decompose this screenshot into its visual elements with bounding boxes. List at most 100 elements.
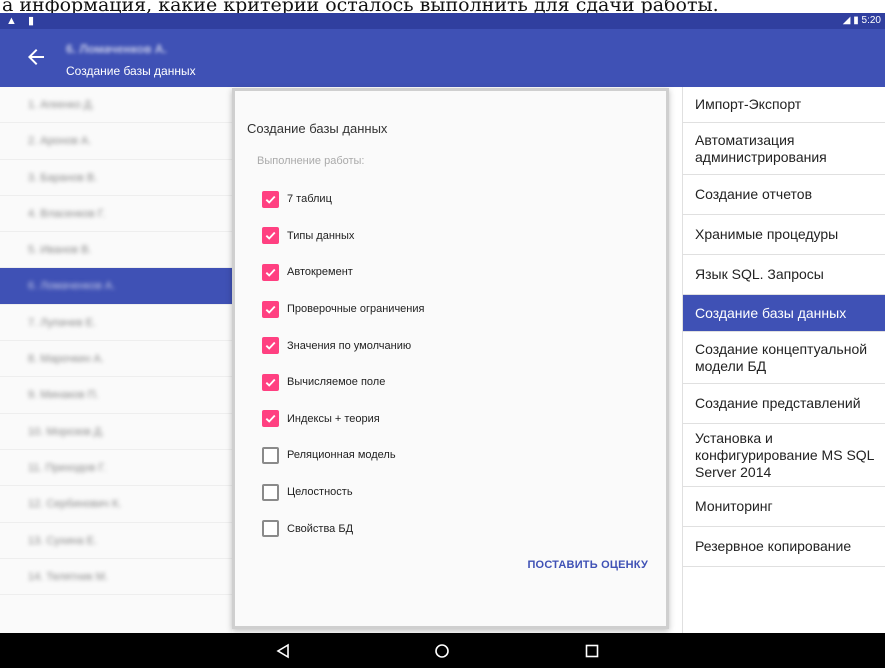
student-item-label: 5. Иванов В.: [28, 244, 92, 257]
topic-item[interactable]: Создание представлений: [683, 384, 885, 424]
student-item[interactable]: 11. Приходов Г.: [0, 450, 232, 487]
student-item-label: 9. Минаков П.: [28, 389, 99, 402]
criterion-label: Вычисляемое поле: [287, 376, 386, 389]
topic-item-label: Создание представлений: [695, 395, 861, 411]
student-item-label: 8. Марочкин А.: [28, 353, 104, 366]
student-item[interactable]: 10. Морозов Д.: [0, 414, 232, 450]
checkbox-checked-icon[interactable]: [262, 227, 279, 245]
topic-item[interactable]: Мониторинг: [683, 487, 885, 527]
topic-item[interactable]: Импорт-Экспорт: [683, 87, 885, 123]
criterion-item[interactable]: Целостность: [262, 474, 424, 511]
student-list: 1. Агеенко Д. 2. Аронов А. 3. Баранов В. 4.…: [0, 87, 232, 633]
checkbox-unchecked-icon[interactable]: [262, 520, 279, 538]
nav-home-icon[interactable]: [433, 642, 451, 660]
student-item[interactable]: 2. Аронов А.: [0, 123, 232, 160]
criterion-item[interactable]: Проверочные ограничения: [262, 291, 424, 328]
student-name: 6. Ломаченков А.: [66, 42, 167, 56]
criterion-item[interactable]: Типы данных: [262, 218, 424, 255]
student-item[interactable]: 1. Агеенко Д.: [0, 87, 232, 124]
criterion-label: Целостность: [287, 486, 353, 499]
student-item-label: 1. Агеенко Д.: [28, 99, 95, 111]
checkbox-checked-icon[interactable]: [262, 410, 279, 428]
topic-item[interactable]: Язык SQL. Запросы: [683, 255, 885, 295]
notification-icons: ▲ ▮: [6, 15, 38, 27]
student-item-label: 7. Лупачев Е.: [28, 316, 97, 329]
checkbox-checked-icon[interactable]: [262, 190, 279, 208]
checkbox-checked-icon[interactable]: [262, 300, 279, 318]
student-item[interactable]: 12. Сербинович К.: [0, 486, 232, 523]
topic-item[interactable]: Создание базы данных: [683, 295, 885, 332]
nav-back-icon[interactable]: [274, 642, 292, 660]
checkbox-checked-icon[interactable]: [262, 337, 279, 355]
navigation-bar: [0, 633, 885, 668]
status-bar: ▲ ▮ ◢ ▮ 5:20: [0, 13, 885, 29]
checkbox-unchecked-icon[interactable]: [262, 446, 279, 464]
student-item[interactable]: 7. Лупачев Е.: [0, 305, 232, 342]
screen-subtitle: Создание базы данных: [66, 64, 196, 78]
criterion-label: Типы данных: [287, 229, 355, 242]
student-item[interactable]: 4. Власенков Г.: [0, 196, 232, 233]
dialog-title: Создание базы данных: [247, 121, 388, 136]
topic-item-label: Установка и конфигурирование MS SQL Serv…: [695, 429, 874, 480]
student-item-label: 12. Сербинович К.: [28, 498, 122, 511]
student-item[interactable]: 5. Иванов В.: [0, 232, 232, 269]
clock: 5:20: [861, 15, 881, 26]
student-item-label: 3. Баранов В.: [28, 171, 98, 184]
student-item[interactable]: 9. Минаков П.: [0, 377, 232, 414]
criterion-label: Свойства БД: [287, 522, 354, 535]
student-item-label: 6. Ломаченков А.: [28, 280, 116, 293]
topic-item[interactable]: Установка и конфигурирование MS SQL Serv…: [683, 424, 885, 487]
set-grade-button[interactable]: ПОСТАВИТЬ ОЦЕНКУ: [527, 559, 648, 571]
topic-item-label: Язык SQL. Запросы: [695, 266, 824, 282]
student-item-label: 14. Телятник М.: [28, 570, 108, 583]
checkbox-checked-icon[interactable]: [262, 373, 279, 391]
topic-item-label: Создание базы данных: [695, 304, 847, 321]
topic-item[interactable]: Резервное копирование: [683, 527, 885, 567]
student-item[interactable]: 6. Ломаченков А.: [0, 268, 232, 305]
student-item-label: 13. Сухина Е.: [28, 534, 98, 547]
criterion-label: Значения по умолчанию: [287, 339, 412, 352]
back-arrow-icon[interactable]: [24, 45, 48, 69]
section-label: Выполнение работы:: [257, 155, 365, 167]
criterion-item[interactable]: Реляционная модель: [262, 437, 424, 474]
criterion-item[interactable]: Вычисляемое поле: [262, 364, 424, 401]
student-item[interactable]: 13. Сухина Е.: [0, 523, 232, 559]
student-item-label: 4. Власенков Г.: [28, 207, 106, 220]
criterion-label: Индексы + теория: [287, 412, 380, 425]
criterion-item[interactable]: Индексы + теория: [262, 401, 424, 438]
criterion-label: Проверочные ограничения: [287, 303, 425, 316]
criterion-item[interactable]: Автокремент: [262, 254, 424, 291]
topic-item[interactable]: Создание концептуальной модели БД: [683, 332, 885, 384]
topic-item-label: Мониторинг: [695, 498, 773, 514]
student-item-label: 10. Морозов Д.: [28, 425, 105, 438]
topic-item-label: Автоматизация администрирования: [695, 131, 827, 165]
topic-item[interactable]: Автоматизация администрирования: [683, 123, 885, 175]
app-bar: 6. Ломаченков А. Создание базы данных: [0, 29, 885, 87]
student-item[interactable]: 14. Телятник М.: [0, 559, 232, 596]
topic-item-label: Создание отчетов: [695, 186, 813, 202]
nav-recents-icon[interactable]: [583, 642, 601, 660]
topic-item-label: Создание концептуальной модели БД: [695, 340, 868, 374]
student-item[interactable]: 3. Баранов В.: [0, 160, 232, 196]
battery-icon: ▮: [853, 15, 859, 26]
criterion-item[interactable]: Значения по умолчанию: [262, 327, 424, 364]
criterion-label: 7 таблиц: [287, 193, 332, 206]
topic-list: Импорт-Экспорт Автоматизация администриро…: [682, 87, 885, 633]
criterion-label: Реляционная модель: [287, 449, 396, 462]
checkbox-checked-icon[interactable]: [262, 263, 279, 281]
criterion-item[interactable]: Свойства БД: [262, 510, 424, 547]
checkbox-unchecked-icon[interactable]: [262, 483, 279, 501]
criterion-item[interactable]: 7 таблиц: [262, 181, 424, 218]
student-item-label: 2. Аронов А.: [28, 135, 92, 148]
status-right: ◢ ▮ 5:20: [843, 15, 881, 26]
topic-item[interactable]: Создание отчетов: [683, 175, 885, 215]
signal-icon: ◢: [842, 15, 851, 26]
topic-item-label: Хранимые процедуры: [695, 226, 839, 242]
topic-item-label: Резервное копирование: [695, 538, 852, 554]
topic-item[interactable]: Хранимые процедуры: [683, 215, 885, 255]
student-item-label: 11. Приходов Г.: [28, 461, 107, 474]
criteria-list: 7 таблиц Типы данных Автокремент Проверочны…: [262, 181, 424, 547]
student-item[interactable]: 8. Марочкин А.: [0, 341, 232, 378]
criterion-label: Автокремент: [287, 266, 353, 279]
criteria-dialog: Создание базы данных Выполнение работы: …: [232, 88, 669, 629]
